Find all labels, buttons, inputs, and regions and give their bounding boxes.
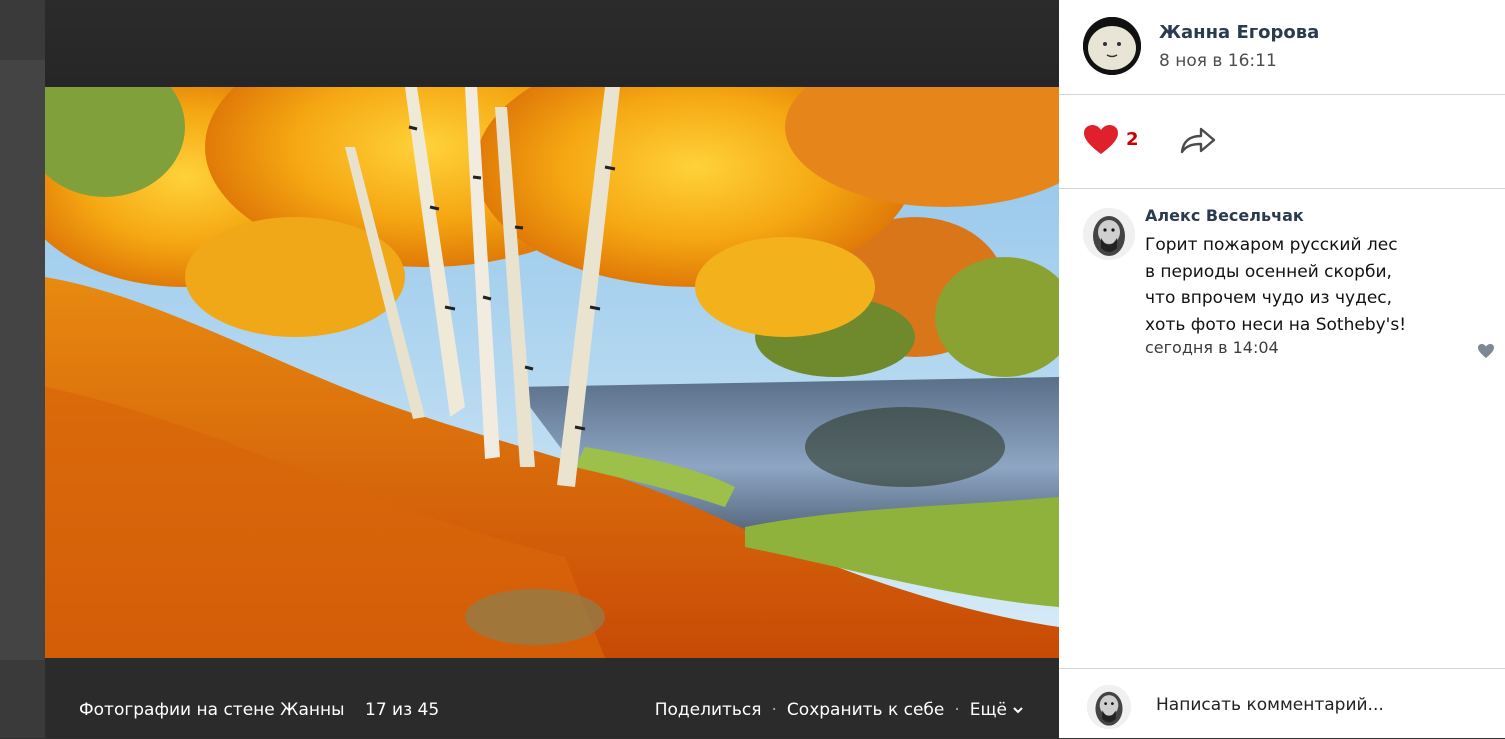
background-strip: [0, 0, 45, 738]
photo-viewer: Фотографии на стене Жанны 17 из 45 Подел…: [45, 0, 1059, 738]
photo-actions: Поделиться · Сохранить к себе · Ещё: [655, 700, 1025, 720]
comment-text: Горит пожаром русский лес в периоды осен…: [1145, 232, 1406, 338]
post-reactions: 2: [1059, 95, 1505, 189]
share-arrow-icon[interactable]: [1179, 125, 1217, 155]
chevron-down-icon[interactable]: [1011, 703, 1025, 717]
post-date[interactable]: 8 ноя в 16:11: [1159, 51, 1277, 71]
comment-line: хоть фото неси на Sotheby's!: [1145, 314, 1407, 335]
viewer-top-bar: [45, 0, 1059, 87]
comment-line: что впрочем чудо из чудес,: [1145, 288, 1393, 308]
like-count: 2: [1126, 129, 1139, 150]
heart-icon[interactable]: [1083, 124, 1119, 156]
more-link[interactable]: Ещё: [970, 700, 1007, 720]
comment-like-icon[interactable]: [1477, 343, 1495, 359]
comment-line: в периоды осенней скорби,: [1145, 261, 1392, 282]
background-panel: [0, 60, 45, 660]
post-side-panel: Жанна Егорова 8 ноя в 16:11 2 Алекс Весе…: [1059, 0, 1505, 738]
photo-counter: 17 из 45: [365, 700, 440, 720]
commenter-name[interactable]: Алекс Весельчак: [1145, 206, 1304, 225]
post-author-header: Жанна Егорова 8 ноя в 16:11: [1059, 0, 1505, 95]
separator-dot: ·: [771, 700, 777, 720]
comment-line: Горит пожаром русский лес: [1145, 235, 1398, 255]
comment-input[interactable]: Написать комментарий...: [1156, 695, 1384, 715]
save-link[interactable]: Сохранить к себе: [787, 700, 944, 720]
separator-dot: ·: [954, 700, 960, 720]
comment-date[interactable]: сегодня в 14:04: [1145, 338, 1279, 357]
author-avatar[interactable]: [1083, 17, 1141, 75]
share-link[interactable]: Поделиться: [655, 700, 762, 720]
commenter-avatar[interactable]: [1083, 208, 1135, 260]
viewer-bottom-bar: Фотографии на стене Жанны 17 из 45 Подел…: [45, 658, 1059, 738]
album-title-link[interactable]: Фотографии на стене Жанны: [79, 700, 345, 720]
comment-composer: Написать комментарий...: [1059, 668, 1505, 739]
current-user-avatar: [1087, 685, 1131, 729]
author-name[interactable]: Жанна Егорова: [1159, 22, 1319, 43]
photo-image[interactable]: [45, 87, 1059, 658]
